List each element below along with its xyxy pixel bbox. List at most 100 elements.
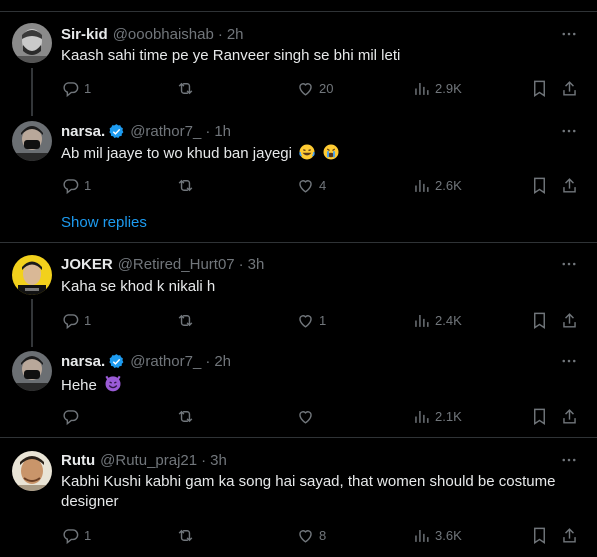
smiling-devil-emoji xyxy=(103,373,123,399)
more-icon[interactable] xyxy=(558,121,580,141)
share-button[interactable] xyxy=(560,310,579,330)
like-button[interactable] xyxy=(296,406,319,426)
display-name[interactable]: Sir-kid xyxy=(61,26,108,43)
display-name[interactable]: narsa. xyxy=(61,353,105,370)
separator-dot: · xyxy=(238,255,244,273)
user-handle[interactable]: @rathor7_ xyxy=(130,123,201,140)
display-name[interactable]: JOKER xyxy=(61,256,113,273)
reply-button[interactable]: 1 xyxy=(61,175,91,195)
reply-text: Kaha se khod k nikali h xyxy=(61,277,581,297)
reply-text: Kaash sahi time pe ye Ranveer singh se b… xyxy=(61,46,581,66)
reply-text-content: Ab mil jaaye to wo khud ban jayegi xyxy=(61,145,292,162)
timestamp[interactable]: 3h xyxy=(248,256,265,273)
avatar[interactable] xyxy=(12,255,52,295)
view-count: 3.6K xyxy=(435,527,462,543)
reply-header: JOKER @Retired_Hurt07 · 3h xyxy=(61,254,264,274)
views-icon xyxy=(415,179,429,192)
bookmark-button[interactable] xyxy=(530,78,549,98)
avatar[interactable] xyxy=(12,451,52,491)
divider xyxy=(0,11,597,12)
separator-dot: · xyxy=(201,451,207,469)
like-button[interactable]: 8 xyxy=(296,525,326,545)
reply-text: Kabhi Kushi kabhi gam ka song hai sayad,… xyxy=(61,472,576,512)
reply-header: narsa. @rathor7_ · 2h xyxy=(61,351,231,371)
like-icon xyxy=(299,82,312,96)
reply-icon xyxy=(63,409,79,425)
user-handle[interactable]: @Retired_Hurt07 xyxy=(118,256,235,273)
like-button[interactable]: 20 xyxy=(296,78,333,98)
reply-count: 1 xyxy=(84,80,92,96)
like-icon xyxy=(299,410,312,424)
avatar[interactable] xyxy=(12,23,52,63)
retweet-button[interactable] xyxy=(176,78,199,98)
like-icon xyxy=(299,529,312,543)
retweet-button[interactable] xyxy=(176,525,199,545)
timestamp[interactable]: 3h xyxy=(210,452,227,469)
user-handle[interactable]: @rathor7_ xyxy=(130,353,201,370)
share-icon xyxy=(563,80,576,96)
retweet-button[interactable] xyxy=(176,406,199,426)
views-button[interactable]: 2.4K xyxy=(412,310,462,330)
user-handle[interactable]: @ooobhaishab xyxy=(113,26,214,43)
reply-header: Sir-kid @ooobhaishab · 2h xyxy=(61,24,244,44)
display-name[interactable]: narsa. xyxy=(61,123,105,140)
display-name[interactable]: Rutu xyxy=(61,452,95,469)
reply-header: Rutu @Rutu_praj21 · 3h xyxy=(61,450,227,470)
reply-button[interactable]: 1 xyxy=(61,310,91,330)
views-button[interactable]: 3.6K xyxy=(412,525,462,545)
views-button[interactable]: 2.6K xyxy=(412,175,462,195)
views-button[interactable]: 2.9K xyxy=(412,78,462,98)
bookmark-button[interactable] xyxy=(530,310,549,330)
reply-button[interactable]: 1 xyxy=(61,78,91,98)
reply-text-content: Kaha se khod k nikali h xyxy=(61,278,216,295)
like-button[interactable]: 1 xyxy=(296,310,326,330)
views-button[interactable]: 2.1K xyxy=(412,406,462,426)
more-icon[interactable] xyxy=(558,254,580,274)
more-icon[interactable] xyxy=(558,450,580,470)
reply-button[interactable] xyxy=(61,406,84,426)
timestamp[interactable]: 2h xyxy=(227,26,244,43)
reply-icon xyxy=(63,528,79,544)
reply-button[interactable]: 1 xyxy=(61,525,91,545)
reply-text-content: Kabhi Kushi kabhi gam ka song hai sayad,… xyxy=(61,473,556,510)
thread-line xyxy=(31,68,33,116)
verified-badge-icon xyxy=(108,353,125,370)
like-count: 1 xyxy=(319,312,327,328)
share-button[interactable] xyxy=(560,78,579,98)
reply-count: 1 xyxy=(84,527,92,543)
avatar[interactable] xyxy=(12,121,52,161)
bookmark-button[interactable] xyxy=(530,406,549,426)
retweet-icon xyxy=(178,82,193,94)
like-button[interactable]: 4 xyxy=(296,175,326,195)
show-replies-link[interactable]: Show replies xyxy=(61,214,147,231)
bookmark-icon xyxy=(534,408,545,425)
retweet-button[interactable] xyxy=(176,310,199,330)
divider xyxy=(0,242,597,243)
views-icon xyxy=(415,410,429,423)
timestamp[interactable]: 2h xyxy=(214,353,231,370)
view-count: 2.9K xyxy=(435,80,462,96)
retweet-icon xyxy=(178,529,193,541)
retweet-icon xyxy=(178,314,193,326)
more-icon[interactable] xyxy=(558,351,580,371)
separator-dot: · xyxy=(217,25,223,43)
separator-dot: · xyxy=(205,352,211,370)
share-button[interactable] xyxy=(560,525,579,545)
more-icon[interactable] xyxy=(558,24,580,44)
share-button[interactable] xyxy=(560,406,579,426)
bookmark-icon xyxy=(534,312,545,329)
timestamp[interactable]: 1h xyxy=(214,123,231,140)
user-handle[interactable]: @Rutu_praj21 xyxy=(100,452,197,469)
share-button[interactable] xyxy=(560,175,579,195)
reply-icon xyxy=(63,313,79,329)
reply-header: narsa. @rathor7_ · 1h xyxy=(61,121,231,141)
reply-count: 1 xyxy=(84,312,92,328)
like-icon xyxy=(299,314,312,328)
avatar[interactable] xyxy=(12,351,52,391)
view-count: 2.6K xyxy=(435,177,462,193)
reply-text-content: Hehe xyxy=(61,377,97,394)
view-count: 2.4K xyxy=(435,312,462,328)
retweet-button[interactable] xyxy=(176,175,199,195)
bookmark-button[interactable] xyxy=(530,525,549,545)
bookmark-button[interactable] xyxy=(530,175,549,195)
